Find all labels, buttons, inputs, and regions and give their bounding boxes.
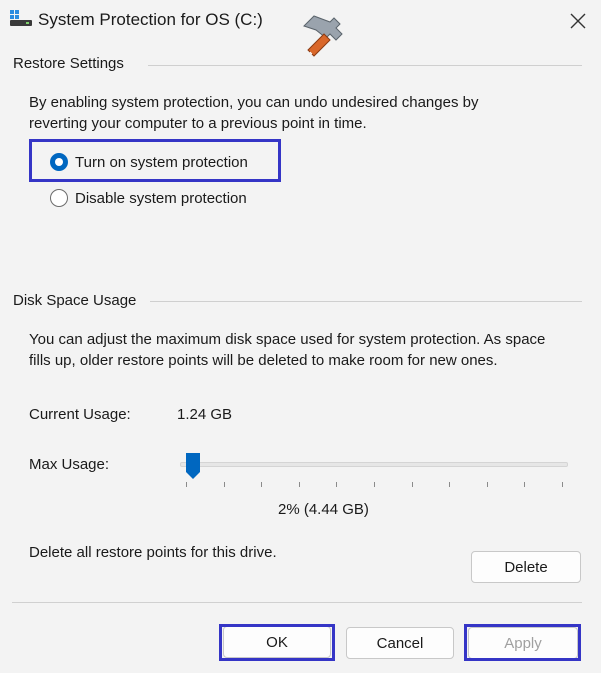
slider-tick — [449, 482, 451, 487]
disk-space-divider — [150, 301, 582, 302]
radio-unchecked-icon — [50, 189, 68, 207]
system-protection-dialog: System Protection for OS (C:) Restore Se… — [0, 0, 601, 673]
current-usage-label: Current Usage: — [29, 406, 131, 423]
slider-tick — [524, 482, 526, 487]
drive-icon — [10, 10, 32, 26]
current-usage-value: 1.24 GB — [177, 406, 233, 423]
slider-tick — [298, 482, 300, 487]
slider-tick — [223, 482, 225, 487]
close-icon — [570, 13, 586, 29]
restore-settings-divider — [148, 65, 582, 66]
slider-track — [180, 462, 568, 467]
slider-thumb[interactable] — [185, 452, 201, 480]
close-button[interactable] — [560, 4, 596, 38]
restore-description-line-1: By enabling system protection, you can u… — [29, 94, 479, 111]
restore-description-line-2: reverting your computer to a previous po… — [29, 115, 367, 132]
cancel-button[interactable]: Cancel — [346, 627, 454, 659]
max-usage-slider[interactable] — [176, 452, 568, 492]
slider-tick — [374, 482, 375, 487]
turn-on-highlight-box — [29, 139, 281, 182]
slider-tick — [411, 482, 413, 487]
max-usage-value: 2% (4.44 GB) — [278, 501, 369, 518]
disk-description-line-1: You can adjust the maximum disk space us… — [29, 331, 546, 348]
slider-tick — [562, 482, 563, 487]
delete-button[interactable]: Delete — [471, 551, 581, 583]
delete-description: Delete all restore points for this drive… — [29, 544, 277, 561]
disk-space-usage-label: Disk Space Usage — [13, 292, 137, 309]
restore-settings-label: Restore Settings — [13, 55, 124, 72]
disable-protection-label: Disable system protection — [75, 189, 247, 207]
disk-description-line-2: fills up, older restore points will be d… — [29, 352, 498, 369]
slider-tick — [261, 482, 263, 487]
window-title: System Protection for OS (C:) — [38, 10, 263, 29]
ok-highlight-box — [219, 624, 335, 661]
slider-tick — [336, 482, 338, 487]
slider-tick — [186, 482, 187, 487]
apply-highlight-box — [464, 624, 581, 661]
hammer-logo-icon — [300, 12, 352, 58]
footer-separator — [12, 602, 582, 603]
max-usage-label: Max Usage: — [29, 456, 110, 473]
slider-tick — [486, 482, 488, 487]
disable-protection-radio[interactable]: Disable system protection — [50, 189, 247, 207]
